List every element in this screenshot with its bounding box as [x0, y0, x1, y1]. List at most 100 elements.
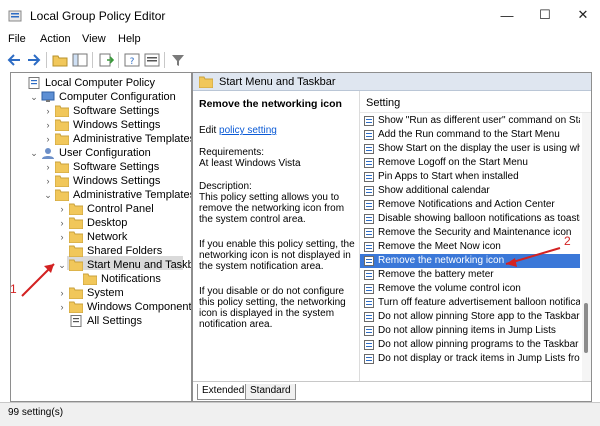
folder-icon	[55, 105, 69, 117]
setting-row[interactable]: Remove the Meet Now icon	[360, 240, 580, 254]
setting-label: Do not allow pinning programs to the Tas…	[378, 339, 579, 350]
policy-setting-icon	[364, 354, 374, 364]
setting-label: Pin Apps to Start when installed	[378, 171, 519, 182]
setting-row[interactable]: Remove the battery meter	[360, 268, 580, 282]
tree-item-label: Shared Folders	[87, 245, 163, 257]
all-settings-icon	[70, 315, 82, 327]
policy-setting-icon	[364, 214, 374, 224]
toolbar-separator	[92, 52, 93, 68]
expand-right-icon[interactable]: ›	[57, 300, 67, 314]
setting-row[interactable]: Pin Apps to Start when installed	[360, 170, 580, 184]
tab-standard[interactable]: Standard	[245, 384, 296, 400]
pane-header: Start Menu and Taskbar	[193, 73, 591, 91]
edit-policy-link[interactable]: policy setting	[219, 125, 277, 136]
expand-down-icon[interactable]: ⌄	[43, 188, 53, 202]
menu-view[interactable]: View	[82, 33, 106, 45]
menu-help[interactable]: Help	[118, 33, 141, 45]
setting-row[interactable]: Show additional calendar	[360, 184, 580, 198]
policy-setting-icon	[364, 312, 374, 322]
menu-file[interactable]: File	[8, 33, 26, 45]
setting-label: Show Start on the display the user is us…	[378, 143, 580, 154]
edit-line: Edit policy setting	[199, 125, 355, 136]
close-button[interactable]: ✕	[568, 4, 598, 26]
tree-item-label: Notifications	[101, 273, 161, 285]
folder-icon	[69, 217, 83, 229]
expand-down-icon[interactable]: ⌄	[29, 90, 39, 104]
expand-right-icon[interactable]: ›	[57, 216, 67, 230]
folder-icon	[69, 287, 83, 299]
setting-row[interactable]: Turn off feature advertisement balloon n…	[360, 296, 580, 310]
up-folder-icon[interactable]	[52, 52, 68, 68]
policy-setting-icon	[364, 284, 374, 294]
toolbar-separator	[164, 52, 165, 68]
properties-icon[interactable]	[144, 52, 160, 68]
expand-right-icon[interactable]: ›	[57, 202, 67, 216]
tree-item-label: Windows Components	[87, 301, 192, 313]
folder-icon	[69, 301, 83, 313]
forward-icon[interactable]	[26, 52, 42, 68]
folder-icon	[55, 119, 69, 131]
expand-right-icon[interactable]: ›	[57, 286, 67, 300]
filter-icon[interactable]	[170, 52, 186, 68]
maximize-button[interactable]: ☐	[530, 4, 560, 26]
expand-down-icon[interactable]: ⌄	[57, 258, 67, 272]
policy-setting-icon	[364, 270, 374, 280]
expand-down-icon[interactable]: ⌄	[29, 146, 39, 160]
policy-title: Remove the networking icon	[199, 98, 342, 110]
pane-header-title: Start Menu and Taskbar	[219, 76, 336, 88]
description-paragraph-3: If you disable or do not configure this …	[199, 286, 346, 330]
title-bar: Local Group Policy Editor — ☐ ✕	[0, 0, 600, 30]
export-list-icon[interactable]	[98, 52, 114, 68]
setting-row[interactable]: Do not allow pinning programs to the Tas…	[360, 338, 580, 352]
show-hide-tree-icon[interactable]	[72, 52, 88, 68]
tree-item-label: Windows Settings	[73, 119, 161, 131]
expand-right-icon[interactable]: ›	[57, 230, 67, 244]
setting-label: Remove Notifications and Action Center	[378, 199, 555, 210]
folder-icon	[69, 259, 83, 271]
expand-right-icon[interactable]: ›	[43, 118, 53, 132]
setting-row[interactable]: Remove the Security and Maintenance icon	[360, 226, 580, 240]
expand-right-icon[interactable]: ›	[43, 160, 53, 174]
folder-icon	[69, 245, 83, 257]
help-icon[interactable]: ?	[124, 52, 140, 68]
setting-label: Do not display or track items in Jump Li…	[378, 353, 580, 364]
tree-item-label: Network	[87, 231, 128, 243]
setting-row[interactable]: Do not allow pinning Store app to the Ta…	[360, 310, 580, 324]
edit-prefix: Edit	[199, 125, 220, 136]
settings-scrollbar[interactable]	[582, 113, 591, 381]
setting-row[interactable]: Do not allow pinning items in Jump Lists	[360, 324, 580, 338]
setting-label: Turn off feature advertisement balloon n…	[378, 297, 580, 308]
setting-row[interactable]: Add the Run command to the Start Menu	[360, 128, 580, 142]
status-text: 99 setting(s)	[8, 407, 64, 418]
setting-row[interactable]: Disable showing balloon notifications as…	[360, 212, 580, 226]
tab-extended[interactable]: Extended	[197, 384, 250, 400]
setting-row[interactable]: Remove Notifications and Action Center	[360, 198, 580, 212]
tree-item-label: All Settings	[87, 315, 143, 327]
back-icon[interactable]	[6, 52, 22, 68]
policy-setting-icon	[364, 130, 374, 140]
column-header-setting[interactable]: Setting	[360, 91, 591, 113]
minimize-button[interactable]: —	[492, 4, 522, 26]
setting-row[interactable]: Remove the volume control icon	[360, 282, 580, 296]
scrollbar-thumb[interactable]	[584, 303, 588, 353]
setting-row[interactable]: Show "Run as different user" command on …	[360, 114, 580, 128]
window-title: Local Group Policy Editor	[30, 9, 166, 23]
tree-item-label: Software Settings	[73, 161, 160, 173]
view-tabs: Extended Standard	[193, 381, 591, 401]
setting-label: Disable showing balloon notifications as…	[378, 213, 580, 224]
expand-right-icon[interactable]: ›	[43, 174, 53, 188]
menu-action[interactable]: Action	[40, 33, 71, 45]
setting-row[interactable]: Remove Logoff on the Start Menu	[360, 156, 580, 170]
expand-right-icon[interactable]: ›	[43, 104, 53, 118]
setting-row[interactable]: Show Start on the display the user is us…	[360, 142, 580, 156]
policy-setting-icon	[364, 200, 374, 210]
toolbar-separator	[46, 52, 47, 68]
tree-item-label: Administrative Templates	[73, 133, 192, 145]
tree-item-label: Desktop	[87, 217, 128, 229]
setting-row[interactable]: Do not display or track items in Jump Li…	[360, 352, 580, 366]
policy-setting-icon	[364, 242, 374, 252]
policy-setting-icon	[364, 172, 374, 182]
expand-right-icon[interactable]: ›	[43, 132, 53, 146]
policy-setting-icon	[364, 228, 374, 238]
setting-row-selected[interactable]: Remove the networking icon	[360, 254, 580, 268]
